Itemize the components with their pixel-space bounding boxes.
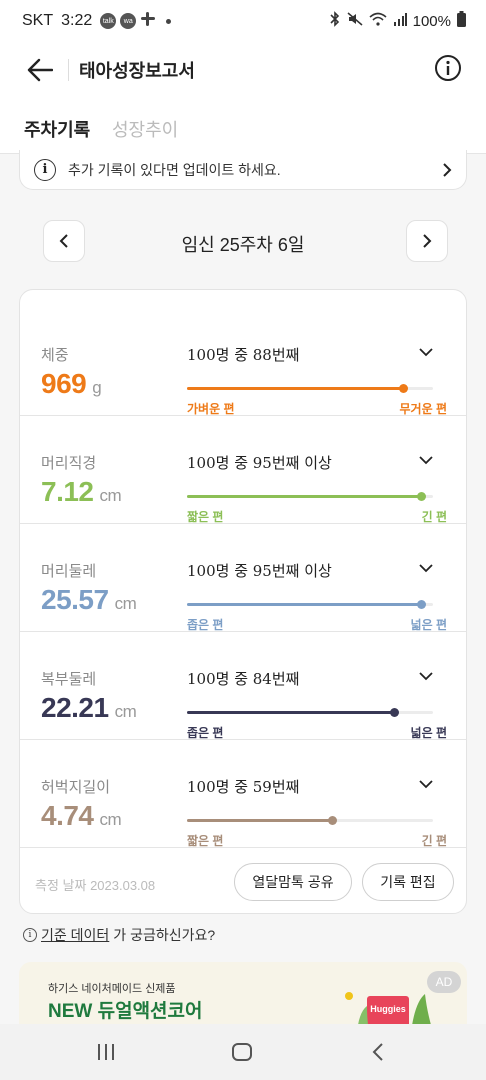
reference-data-link[interactable]: 기준 데이터: [41, 925, 109, 945]
chevron-down-icon[interactable]: [416, 344, 436, 360]
scale-low-label: 짧은 편: [187, 834, 224, 848]
status-bar: SKT 3:22 talk wa 100%: [0, 0, 486, 42]
tab-growth-trend[interactable]: 성장추이: [112, 116, 178, 142]
app-bar: 태아성장보고서: [0, 42, 486, 98]
measurement-value: 4.74 cm: [41, 800, 122, 831]
measurement-value: 22.21 cm: [41, 692, 137, 723]
edit-record-button[interactable]: 기록 편집: [362, 863, 454, 901]
signal-icon: [393, 12, 407, 30]
back-button[interactable]: [20, 50, 60, 90]
percentile-fill: [187, 603, 421, 606]
tab-weekly-record[interactable]: 주차기록: [24, 116, 91, 155]
clock: 3:22: [61, 12, 93, 29]
percentile-rank: 100명 중 95번째 이상: [187, 454, 332, 472]
share-button[interactable]: 열달맘톡 공유: [234, 863, 352, 901]
measurement-name: 허벅지길이: [41, 779, 111, 796]
page-title: 태아성장보고서: [79, 61, 195, 81]
reference-data-faq[interactable]: i 기준 데이터 가 궁금하신가요?: [23, 925, 215, 945]
arrow-left-icon: [27, 58, 53, 82]
recent-apps-icon[interactable]: [96, 1042, 116, 1062]
measurement-row-head-diameter[interactable]: 머리직경 7.12 cm 100명 중 95번째 이상 짧은 편 긴 편: [20, 416, 466, 524]
scale-low-label: 가벼운 편: [187, 402, 235, 416]
percentile-rank: 100명 중 88번째: [187, 346, 300, 364]
bluetooth-icon: [329, 11, 341, 31]
wa-notification-icon: wa: [120, 13, 137, 29]
percentile-fill: [187, 387, 404, 390]
chevron-right-icon: [443, 162, 452, 177]
percentile-rank: 100명 중 59번째: [187, 778, 300, 796]
info-button[interactable]: [434, 54, 464, 84]
carrier-label: SKT: [22, 12, 54, 29]
scale-high-label: 긴 편: [421, 834, 447, 848]
percentile-track: [187, 600, 433, 609]
battery-icon: [457, 11, 466, 31]
measurement-card: 체중 969 g 100명 중 88번째 가벼운 편 무거운 편 머리직경 7.1…: [19, 289, 467, 914]
info-circle-icon: i: [34, 158, 56, 181]
chevron-down-icon[interactable]: [416, 560, 436, 576]
measurement-value: 969 g: [41, 368, 102, 399]
tab-bar: 주차기록 성장추이: [0, 98, 486, 155]
home-icon[interactable]: [231, 1042, 253, 1062]
percentile-fill: [187, 711, 394, 714]
measurement-value: 7.12 cm: [41, 476, 122, 507]
percentile-marker: [416, 492, 426, 501]
chevron-right-icon: [423, 234, 432, 248]
percentile-fill: [187, 495, 421, 498]
percentile-marker: [328, 816, 338, 825]
percentile-fill: [187, 819, 333, 822]
mute-icon: [347, 11, 363, 31]
update-notice[interactable]: i 추가 기록이 있다면 업데이트 하세요.: [19, 150, 467, 190]
system-nav-bar: [0, 1024, 486, 1080]
notice-text: 추가 기록이 있다면 업데이트 하세요.: [68, 161, 281, 178]
measurement-row-weight[interactable]: 체중 969 g 100명 중 88번째 가벼운 편 무거운 편: [20, 308, 466, 416]
measurement-name: 체중: [41, 347, 69, 364]
scale-low-label: 좁은 편: [187, 726, 224, 740]
scale-high-label: 넓은 편: [410, 726, 447, 740]
scale-high-label: 무거운 편: [399, 402, 448, 416]
scale-low-label: 좁은 편: [187, 618, 224, 632]
slack-icon: [140, 11, 156, 32]
scale-high-label: 긴 편: [421, 510, 447, 524]
faq-text: 가 궁금하신가요?: [113, 927, 216, 943]
chevron-down-icon[interactable]: [416, 452, 436, 468]
chevron-down-icon[interactable]: [416, 776, 436, 792]
measurement-name: 머리둘레: [41, 563, 97, 580]
next-week-button[interactable]: [406, 220, 448, 262]
percentile-marker: [416, 600, 426, 609]
chevron-down-icon[interactable]: [416, 668, 436, 684]
week-navigator: 임신 25주차 6일: [0, 220, 486, 264]
ad-banner[interactable]: 하기스 네이처메이드 신제품 NEW 듀얼액션코어 Huggies AD: [19, 962, 467, 1026]
dot-indicator-icon: [166, 18, 172, 24]
percentile-track: [187, 384, 433, 393]
measurement-row-femur-length[interactable]: 허벅지길이 4.74 cm 100명 중 59번째 짧은 편 긴 편: [20, 740, 466, 848]
percentile-track: [187, 708, 433, 717]
ad-title: NEW 듀얼액션코어: [48, 1001, 203, 1022]
svg-text:Huggies: Huggies: [370, 1004, 406, 1014]
percentile-rank: 100명 중 84번째: [187, 670, 300, 688]
percentile-track: [187, 816, 433, 825]
measurement-name: 머리직경: [41, 455, 97, 472]
percentile-marker: [389, 708, 399, 717]
scale-low-label: 짧은 편: [187, 510, 224, 524]
percentile-marker: [399, 384, 409, 393]
measurement-name: 복부둘레: [41, 671, 97, 688]
ad-product-image: Huggies: [345, 992, 432, 1026]
info-icon: [435, 55, 461, 81]
measurement-row-abdominal-circumference[interactable]: 복부둘레 22.21 cm 100명 중 84번째 좁은 편 넓은 편: [20, 632, 466, 740]
back-nav-icon[interactable]: [370, 1042, 386, 1062]
ad-badge: AD: [427, 971, 461, 993]
percentile-rank: 100명 중 95번째 이상: [187, 562, 332, 580]
scale-high-label: 넓은 편: [410, 618, 447, 632]
measurement-row-head-circumference[interactable]: 머리둘레 25.57 cm 100명 중 95번째 이상 좁은 편 넓은 편: [20, 524, 466, 632]
wifi-icon: [369, 12, 387, 30]
battery-level: 100%: [412, 12, 451, 30]
percentile-track: [187, 492, 433, 501]
measurement-date: 측정 날짜 2023.03.08: [35, 878, 156, 893]
card-footer: 측정 날짜 2023.03.08 열달맘톡 공유 기록 편집: [20, 850, 466, 913]
talk-notification-icon: talk: [100, 13, 117, 29]
measurement-value: 25.57 cm: [41, 584, 137, 615]
title-divider: [68, 59, 69, 81]
info-small-icon: i: [23, 928, 37, 942]
ad-subtitle: 하기스 네이처메이드 신제품: [48, 983, 176, 995]
